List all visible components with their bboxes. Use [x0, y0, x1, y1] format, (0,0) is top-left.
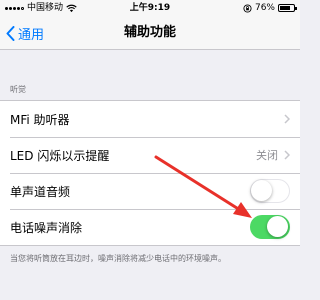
status-bar: 中国移动 上午9:19 76% — [0, 0, 300, 16]
row-label: LED 闪烁以示提醒 — [10, 148, 110, 163]
settings-list: MFi 助听器 LED 闪烁以示提醒 关闭 单声道音频 电话噪声消除 — [0, 100, 300, 246]
toggle-knob — [251, 180, 272, 201]
phone-noise-cancellation-row: 电话噪声消除 — [0, 209, 300, 245]
toggle-knob — [267, 216, 288, 237]
status-right: 76% — [243, 0, 297, 16]
led-flash-alerts-row[interactable]: LED 闪烁以示提醒 关闭 — [0, 137, 300, 173]
row-label: MFi 助听器 — [10, 112, 70, 127]
mono-audio-toggle[interactable] — [250, 179, 290, 203]
battery-percent: 76% — [254, 3, 275, 13]
lock-rotation-icon — [243, 3, 252, 13]
section-footer: 当您将听筒放在耳边时，噪声消除将减少电话中的环境噪声。 — [10, 254, 226, 263]
row-accessory: 关闭 — [256, 137, 290, 173]
row-accessory — [284, 101, 290, 137]
page-title: 辅助功能 — [123, 25, 176, 40]
row-label: 单声道音频 — [10, 184, 71, 199]
mono-audio-row: 单声道音频 — [0, 173, 300, 209]
battery-icon — [278, 4, 297, 12]
chevron-right-icon — [284, 114, 290, 124]
row-accessory — [250, 173, 290, 209]
row-accessory — [250, 209, 290, 245]
navigation-bar: 通用 辅助功能 — [0, 16, 300, 50]
phone-noise-cancellation-toggle[interactable] — [250, 215, 290, 239]
mfi-hearing-devices-row[interactable]: MFi 助听器 — [0, 101, 300, 137]
row-label: 电话噪声消除 — [10, 220, 83, 235]
section-header: 听觉 — [10, 85, 26, 94]
chevron-right-icon — [284, 150, 290, 160]
battery-fill — [280, 6, 290, 10]
row-value: 关闭 — [256, 149, 278, 162]
